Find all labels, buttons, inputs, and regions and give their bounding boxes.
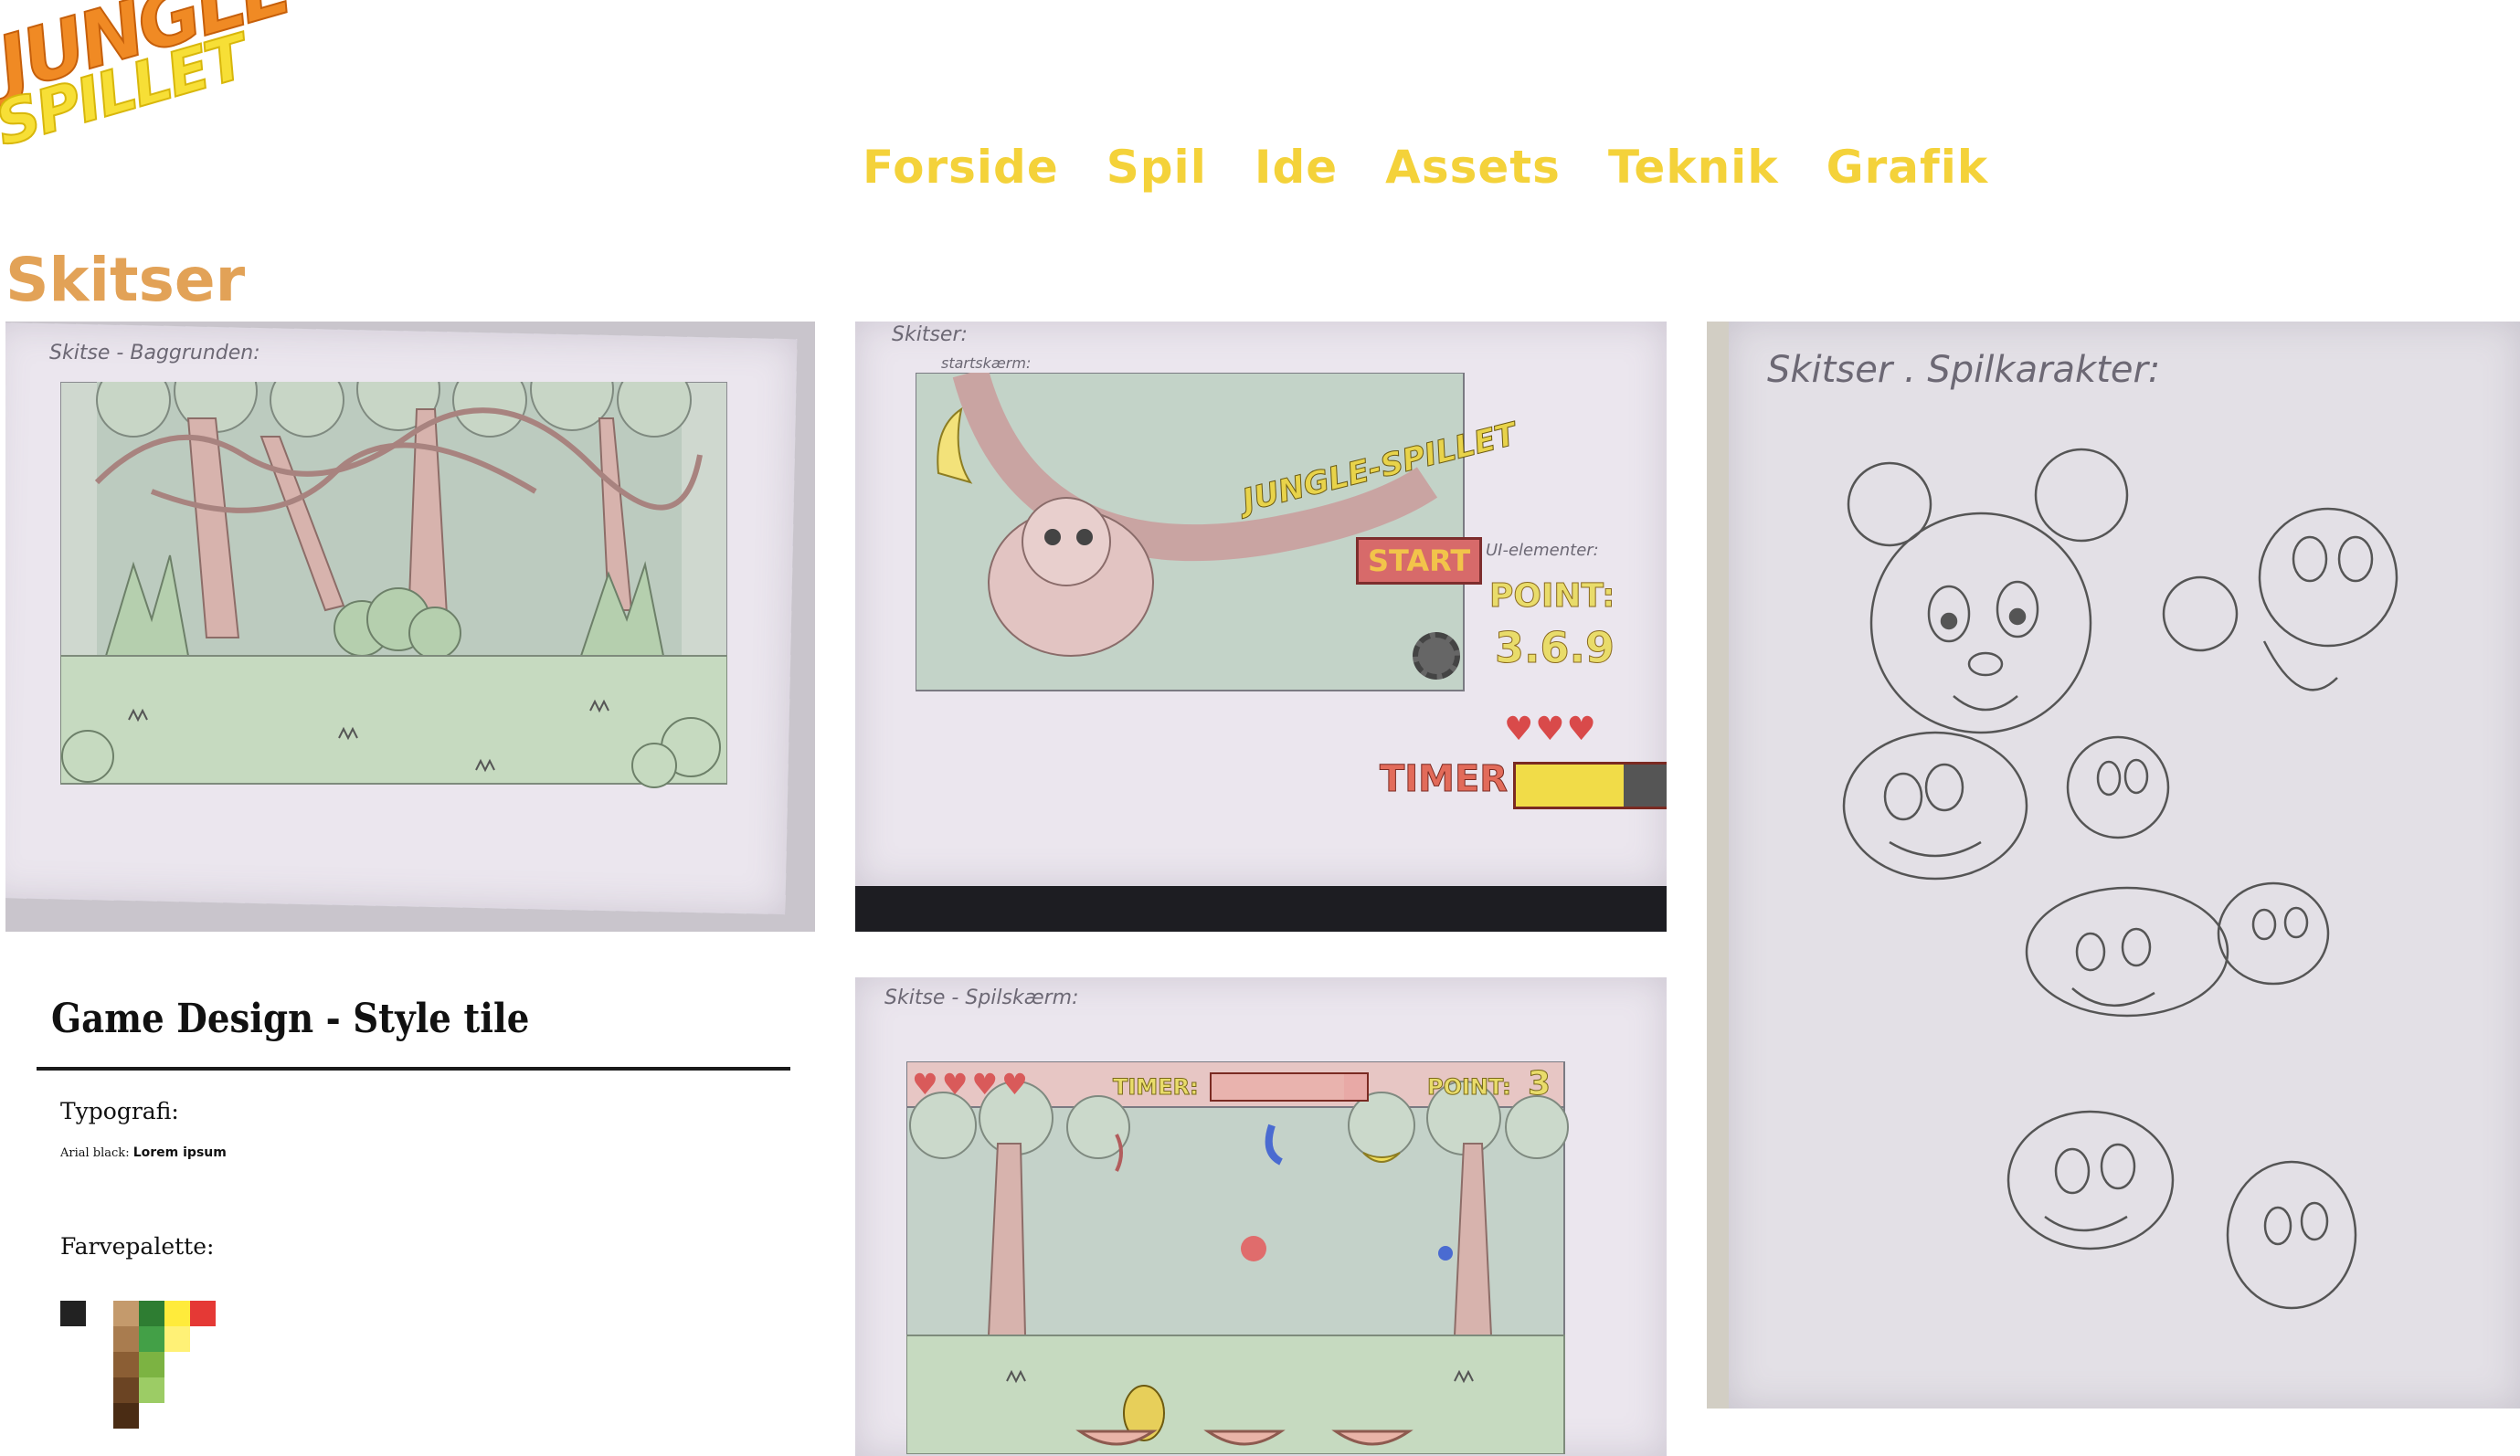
gamescreen-point-value: 3 <box>1527 1065 1551 1103</box>
gamescreen-timer-label: TIMER: <box>1113 1074 1200 1101</box>
swatch-red <box>190 1301 216 1326</box>
swatch-brown-1 <box>113 1326 139 1352</box>
swatch-green-light <box>139 1352 164 1377</box>
swatch-yellow-light <box>164 1326 190 1352</box>
gear-icon <box>1413 632 1460 680</box>
nav-link-grafik[interactable]: Grafik <box>1826 135 1989 199</box>
swatch-green-pale <box>139 1377 164 1403</box>
typography-label: Typografi: <box>60 1098 179 1124</box>
nav-link-forside[interactable]: Forside <box>863 135 1059 199</box>
swatch-yellow <box>164 1301 190 1326</box>
swatch-tan <box>113 1301 139 1326</box>
gamescreen-point-label: POINT: <box>1427 1074 1512 1101</box>
lives-hearts-icon: ♥♥♥ <box>1504 711 1598 748</box>
startscreen-ui-label: UI-elementer: <box>1486 541 1599 560</box>
style-tile-divider <box>37 1067 790 1071</box>
style-tile-title: Game Design - Style tile <box>51 996 530 1042</box>
sketch-character-photo: Skitser . Spilkarakter: <box>1707 322 2520 1409</box>
swatch-brown-4 <box>113 1403 139 1429</box>
typography-sample-text: Lorem ipsum <box>132 1145 227 1160</box>
site-logo[interactable]: JUNGLE SPILLET <box>0 0 300 206</box>
nav-link-assets[interactable]: Assets <box>1385 135 1561 199</box>
nav-link-spil[interactable]: Spil <box>1106 135 1207 199</box>
startscreen-timer-bar <box>1513 762 1667 809</box>
sketch-startscreen-photo: Skitser: startskærm: JUNGLE-SPILLET STAR… <box>855 322 1667 932</box>
sketch-startscreen-sublabel: startskærm: <box>941 354 1032 372</box>
startscreen-point-label: POINT: <box>1489 577 1615 616</box>
startscreen-start-button: START <box>1356 537 1483 585</box>
swatch-green-mid <box>139 1326 164 1352</box>
palette-label: Farvepalette: <box>60 1233 215 1260</box>
gamescreen-hearts-icon: ♥♥♥♥ <box>912 1067 1032 1102</box>
gamescreen-timer-bar <box>1210 1072 1369 1102</box>
typography-sample-line: Arial black: Lorem ipsum <box>60 1145 227 1160</box>
typography-font-name: Arial black: <box>60 1146 130 1160</box>
gamescreen-drawing <box>906 1061 1569 1454</box>
swatch-green-dark <box>139 1301 164 1326</box>
nav-link-ide[interactable]: Ide <box>1255 135 1338 199</box>
sketch-startscreen-label: Skitser: <box>892 323 968 346</box>
swatch-brown-2 <box>113 1352 139 1377</box>
startscreen-timer-label: TIMER <box>1379 758 1509 801</box>
page-title: Skitser <box>5 245 246 315</box>
color-palette <box>60 1301 243 1438</box>
main-nav: Forside Spil Ide Assets Teknik Grafik <box>863 135 1988 199</box>
jungle-background-drawing <box>60 382 727 788</box>
sketch-background-photo: Skitse - Baggrunden: <box>5 322 815 932</box>
startscreen-point-value: 3.6.9 <box>1495 623 1615 673</box>
sketch-gamescreen-label: Skitse - Spilskærm: <box>884 986 1079 1009</box>
sketch-gamescreen-photo: Skitse - Spilskærm: ♥♥♥♥ TIMER: POINT: 3 <box>855 977 1667 1456</box>
sketch-background-label: Skitse - Baggrunden: <box>49 342 260 364</box>
monkey-character-drawing <box>1842 448 2398 1310</box>
nav-link-teknik[interactable]: Teknik <box>1608 135 1779 199</box>
sketch-character-label: Skitser . Spilkarakter: <box>1767 349 2161 391</box>
swatch-black <box>60 1301 86 1326</box>
swatch-brown-3 <box>113 1377 139 1403</box>
